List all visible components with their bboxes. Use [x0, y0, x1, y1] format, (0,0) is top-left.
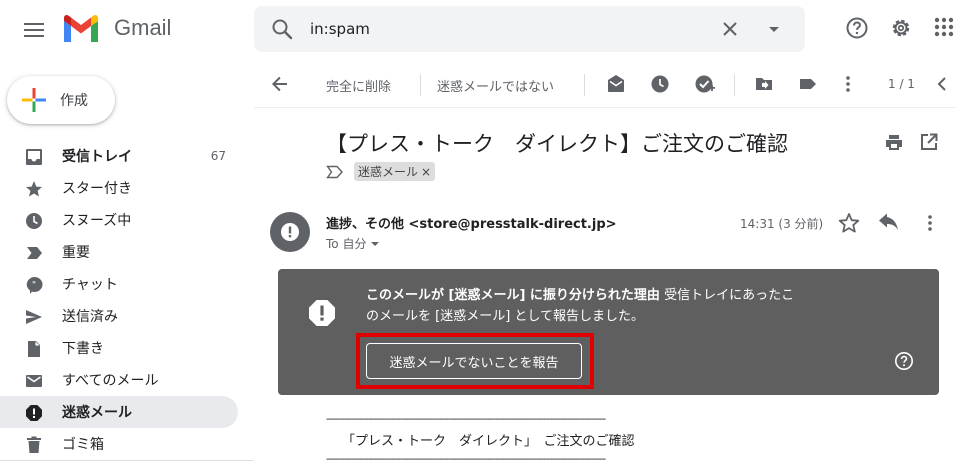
sidebar-item-inbox[interactable]: 受信トレイ 67 [0, 140, 238, 172]
report-not-spam-button[interactable]: 迷惑メールでないことを報告 [366, 343, 582, 379]
message-time: 14:31 (3 分前) [740, 217, 824, 231]
label-icon[interactable] [798, 74, 818, 94]
label-row: 迷惑メール × [326, 162, 436, 181]
toolbar-divider [584, 74, 585, 96]
pagination-text: 1 / 1 [888, 77, 915, 91]
spam-reason-banner: このメールが [迷惑メール] に振り分けられた理由 受信トレイにあったこのメール… [278, 269, 939, 395]
sidebar-item-label: スター付き [62, 181, 132, 197]
header: Gmail [0, 0, 956, 60]
spam-icon [24, 403, 44, 423]
toolbar-divider [734, 74, 735, 96]
clock-icon [24, 211, 44, 231]
chat-icon: " [24, 275, 44, 295]
sidebar-nav: 受信トレイ 67 スター付き スヌーズ中 重要 " チャット 送信済み 下書き … [0, 140, 254, 460]
more-vertical-icon[interactable] [838, 74, 858, 94]
app-name: Gmail [114, 15, 172, 40]
close-icon[interactable] [718, 17, 742, 41]
chevron-left-icon[interactable] [934, 74, 950, 94]
sidebar-item-label: 受信トレイ [62, 149, 132, 165]
apps-grid-icon[interactable] [933, 16, 955, 40]
mail-icon [24, 371, 44, 391]
move-to-icon[interactable] [754, 74, 774, 94]
sidebar-item-sent[interactable]: 送信済み [0, 300, 238, 332]
add-task-icon[interactable] [694, 74, 716, 96]
reply-icon[interactable] [878, 213, 900, 233]
sidebar-item-important[interactable]: 重要 [0, 236, 238, 268]
sidebar-item-spam[interactable]: 迷惑メール [0, 396, 238, 428]
body-text-line: 「プレス・トーク ダイレクト」 ご注文のご確認 [342, 434, 635, 449]
gear-icon[interactable] [889, 16, 913, 40]
label-chip-spam: 迷惑メール × [354, 162, 436, 181]
sidebar-divider [0, 460, 254, 461]
trash-icon [24, 435, 44, 455]
not-spam-button[interactable]: 迷惑メールではない [437, 76, 554, 95]
more-vertical-icon[interactable] [920, 213, 940, 233]
sidebar-item-label: チャット [62, 277, 118, 293]
body-separator: ----------------------------------------… [326, 412, 606, 425]
print-icon[interactable] [884, 133, 904, 153]
message-subject: 【プレス・トーク ダイレクト】ご注文のご確認 [326, 132, 788, 156]
draft-icon [24, 339, 44, 359]
search-bar [254, 6, 805, 52]
back-arrow-icon[interactable] [270, 74, 290, 94]
sender-name: 進捗、その他 <store@presstalk-direct.jp> [326, 217, 617, 232]
message-toolbar: 完全に削除 迷惑メールではない 1 / 1 [254, 62, 956, 108]
recipient-text: To 自分 [326, 237, 367, 251]
sidebar-item-starred[interactable]: スター付き [0, 172, 238, 204]
help-icon[interactable] [894, 351, 914, 371]
delete-forever-button[interactable]: 完全に削除 [326, 76, 391, 95]
sidebar-item-label: 迷惑メール [62, 405, 132, 421]
main-menu-button[interactable] [14, 14, 54, 46]
sidebar-item-label: ゴミ箱 [62, 437, 104, 453]
spam-reason-heading: このメールが [迷惑メール] に振り分けられた理由 [366, 288, 660, 303]
important-marker-icon[interactable] [326, 165, 344, 179]
search-input[interactable] [310, 15, 710, 43]
clock-icon[interactable] [650, 74, 670, 94]
spam-warning-icon [309, 300, 335, 326]
help-icon[interactable] [845, 16, 869, 40]
sidebar-item-label: 重要 [62, 245, 90, 261]
spam-reason-text: このメールが [迷惑メール] に振り分けられた理由 受信トレイにあったこのメール… [366, 285, 806, 327]
caret-down-icon[interactable] [762, 17, 786, 41]
svg-text:": " [32, 281, 36, 291]
open-new-window-icon[interactable] [920, 133, 938, 151]
star-outline-icon[interactable] [838, 212, 860, 234]
sidebar-item-label: スヌーズ中 [62, 213, 132, 229]
sidebar-item-label: 送信済み [62, 309, 118, 325]
caret-down-icon[interactable] [370, 239, 380, 249]
remove-label-icon[interactable]: × [421, 165, 431, 179]
star-icon [24, 179, 44, 199]
hamburger-icon [24, 23, 44, 37]
inbox-icon [24, 147, 44, 167]
gmail-logo[interactable]: Gmail [62, 14, 171, 42]
mark-unread-icon[interactable] [606, 74, 626, 94]
gmail-m-icon [64, 14, 98, 42]
sidebar-item-label: すべてのメール [62, 373, 159, 389]
send-icon [24, 307, 44, 327]
toolbar-divider [420, 74, 421, 96]
sidebar-item-drafts[interactable]: 下書き [0, 332, 238, 364]
warning-icon [281, 223, 299, 241]
label-chip-text: 迷惑メール [358, 165, 419, 179]
sidebar-item-chat[interactable]: " チャット [0, 268, 238, 300]
body-separator: ----------------------------------------… [326, 452, 606, 465]
avatar [270, 212, 310, 252]
recipient-line[interactable]: To 自分 [326, 235, 380, 252]
plus-icon [22, 88, 46, 112]
sidebar-item-snoozed[interactable]: スヌーズ中 [0, 204, 238, 236]
search-icon[interactable] [270, 17, 294, 41]
unread-count: 67 [210, 149, 226, 163]
compose-label: 作成 [60, 93, 88, 109]
sidebar-item-all-mail[interactable]: すべてのメール [0, 364, 238, 396]
sidebar-item-label: 下書き [62, 341, 104, 357]
sidebar-item-trash[interactable]: ゴミ箱 [0, 428, 238, 460]
important-icon [24, 243, 44, 263]
compose-button[interactable]: 作成 [7, 76, 115, 124]
